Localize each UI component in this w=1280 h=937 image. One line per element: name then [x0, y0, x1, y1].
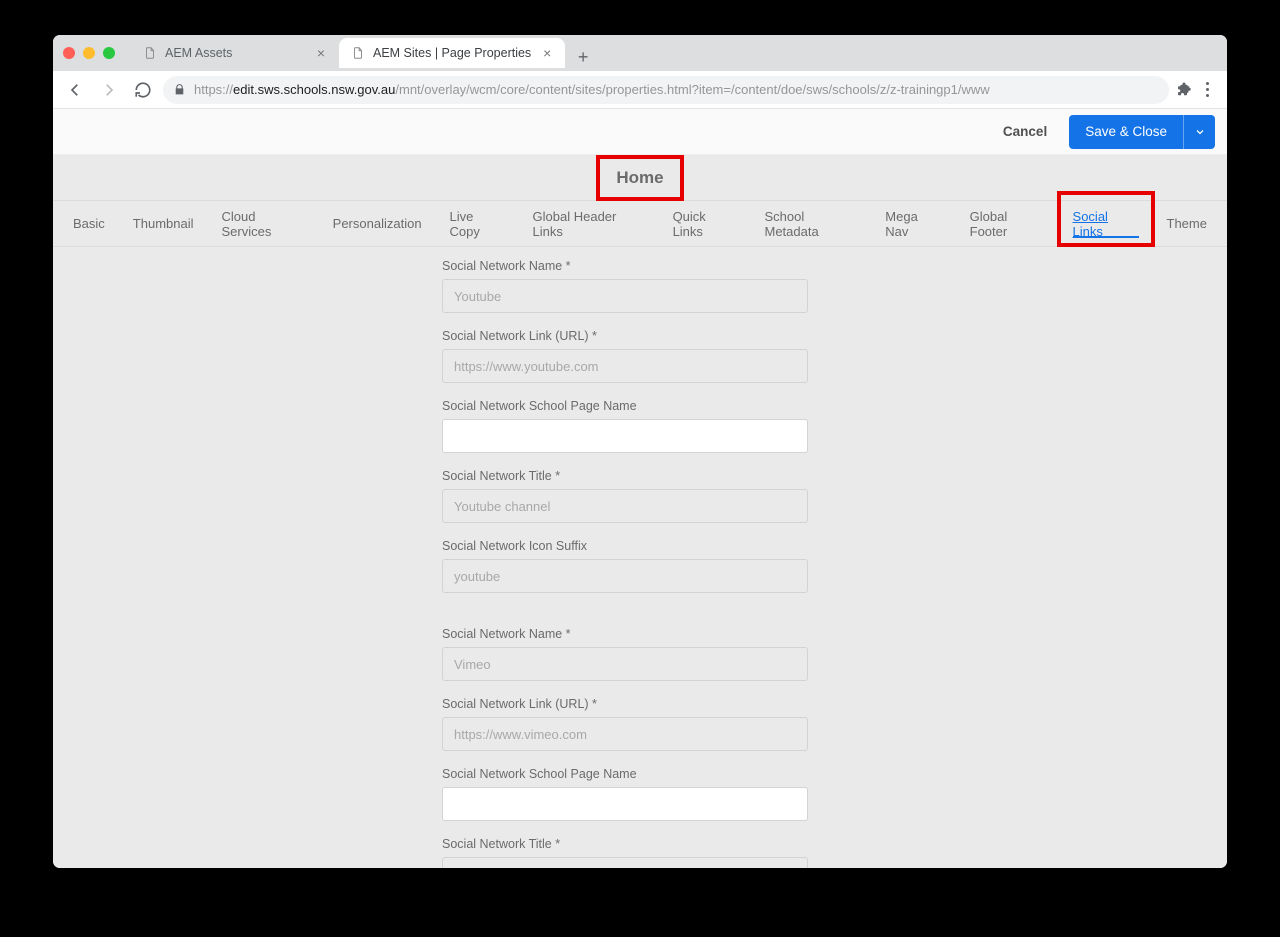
field-label: Social Network School Page Name: [442, 399, 808, 413]
tab-live-copy[interactable]: Live Copy: [436, 201, 519, 246]
tab-personalization[interactable]: Personalization: [319, 201, 436, 246]
app-header: Cancel Save & Close: [53, 109, 1227, 155]
tabs-nav: BasicThumbnailCloud ServicesPersonalizat…: [53, 201, 1227, 247]
tab-mega-nav[interactable]: Mega Nav: [871, 201, 955, 246]
form-field: Social Network Icon Suffix: [442, 539, 808, 593]
tab-cloud-services[interactable]: Cloud Services: [208, 201, 319, 246]
field-label: Social Network Icon Suffix: [442, 539, 808, 553]
text-input[interactable]: [442, 857, 808, 868]
text-input[interactable]: [442, 279, 808, 313]
text-input[interactable]: [442, 419, 808, 453]
save-close-dropdown[interactable]: [1183, 115, 1215, 149]
field-label: Social Network Link (URL) *: [442, 697, 808, 711]
text-input[interactable]: [442, 787, 808, 821]
field-label: Social Network Title *: [442, 837, 808, 851]
reload-button[interactable]: [129, 76, 157, 104]
window-controls: [63, 47, 115, 59]
window-maximize-icon[interactable]: [103, 47, 115, 59]
extension-icon[interactable]: [1175, 81, 1193, 99]
page-title: Home: [616, 168, 663, 187]
field-label: Social Network Name *: [442, 259, 808, 273]
browser-window: AEM Assets × AEM Sites | Page Properties…: [53, 35, 1227, 868]
form-field: Social Network Title *: [442, 469, 808, 523]
field-label: Social Network Link (URL) *: [442, 329, 808, 343]
form-field: Social Network Name *: [442, 627, 808, 681]
tab-school-metadata[interactable]: School Metadata: [750, 201, 871, 246]
title-bar: Home: [53, 155, 1227, 201]
window-close-icon[interactable]: [63, 47, 75, 59]
back-button[interactable]: [61, 76, 89, 104]
page-icon: [143, 46, 157, 60]
save-close-button-group: Save & Close: [1069, 115, 1215, 149]
browser-tab-strip: AEM Assets × AEM Sites | Page Properties…: [53, 35, 1227, 71]
browser-tab-title: AEM Sites | Page Properties: [373, 46, 531, 60]
close-tab-icon[interactable]: ×: [539, 45, 555, 61]
app-content: Cancel Save & Close Home BasicThumbnailC…: [53, 109, 1227, 868]
tab-global-footer[interactable]: Global Footer: [956, 201, 1059, 246]
browser-tab[interactable]: AEM Sites | Page Properties ×: [339, 38, 565, 68]
text-input[interactable]: [442, 349, 808, 383]
window-minimize-icon[interactable]: [83, 47, 95, 59]
page-icon: [351, 46, 365, 60]
form-field: Social Network Link (URL) *: [442, 697, 808, 751]
tab-global-header-links[interactable]: Global Header Links: [519, 201, 659, 246]
new-tab-button[interactable]: +: [569, 43, 597, 71]
tab-theme[interactable]: Theme: [1153, 201, 1221, 246]
form-field: Social Network Link (URL) *: [442, 329, 808, 383]
form-field: Social Network School Page Name: [442, 399, 808, 453]
close-tab-icon[interactable]: ×: [313, 45, 329, 61]
browser-tab-title: AEM Assets: [165, 46, 305, 60]
tab-basic[interactable]: Basic: [59, 201, 119, 246]
tab-thumbnail[interactable]: Thumbnail: [119, 201, 208, 246]
save-close-button[interactable]: Save & Close: [1069, 115, 1183, 149]
cancel-button[interactable]: Cancel: [997, 116, 1053, 147]
text-input[interactable]: [442, 647, 808, 681]
browser-toolbar: https://edit.sws.schools.nsw.gov.au/mnt/…: [53, 71, 1227, 109]
annotation-highlight-title: Home: [596, 155, 683, 201]
text-input[interactable]: [442, 717, 808, 751]
form-area: Social Network Name * Social Network Link…: [53, 247, 1227, 868]
field-label: Social Network School Page Name: [442, 767, 808, 781]
browser-tab[interactable]: AEM Assets ×: [131, 38, 339, 68]
lock-icon: [173, 83, 186, 96]
chrome-menu-button[interactable]: [1199, 76, 1215, 103]
text-input[interactable]: [442, 559, 808, 593]
field-label: Social Network Title *: [442, 469, 808, 483]
forward-button[interactable]: [95, 76, 123, 104]
tab-quick-links[interactable]: Quick Links: [659, 201, 751, 246]
text-input[interactable]: [442, 489, 808, 523]
tab-social-links[interactable]: Social Links: [1059, 201, 1153, 246]
field-label: Social Network Name *: [442, 627, 808, 641]
form-field: Social Network Name *: [442, 259, 808, 313]
address-bar[interactable]: https://edit.sws.schools.nsw.gov.au/mnt/…: [163, 76, 1169, 104]
form-field: Social Network Title *: [442, 837, 808, 868]
url-text: https://edit.sws.schools.nsw.gov.au/mnt/…: [194, 82, 990, 97]
form-field: Social Network School Page Name: [442, 767, 808, 821]
